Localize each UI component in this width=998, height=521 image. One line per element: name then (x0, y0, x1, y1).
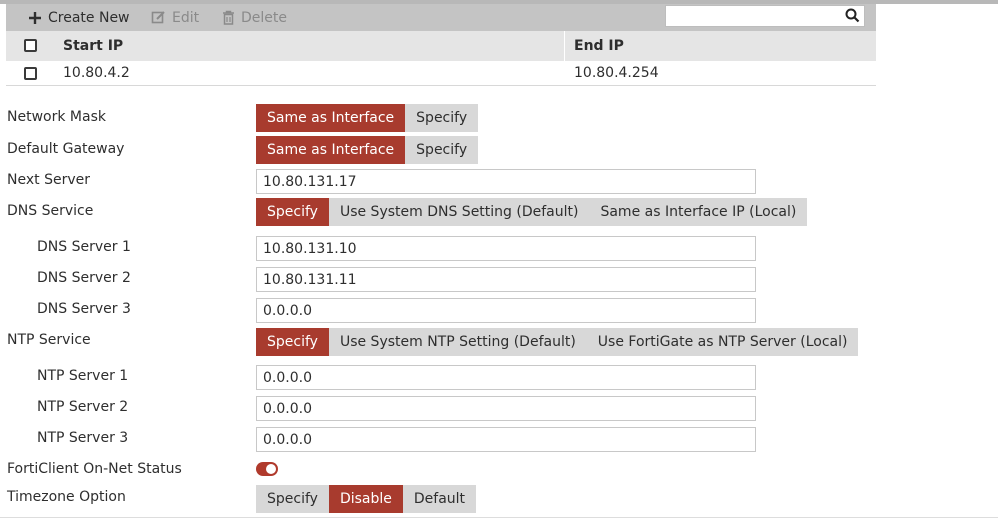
search-icon (845, 8, 860, 23)
dns-service-toggle: Specify Use System DNS Setting (Default)… (256, 198, 808, 226)
create-new-button[interactable]: Create New (28, 4, 130, 31)
dns-server-2-input[interactable] (256, 267, 756, 292)
ntp-specify-option[interactable]: Specify (256, 328, 329, 356)
network-mask-specify-option[interactable]: Specify (405, 104, 479, 132)
edit-icon (151, 11, 165, 24)
bottom-divider (0, 517, 998, 518)
column-header-end-ip[interactable]: End IP (574, 31, 624, 61)
column-header-start-ip[interactable]: Start IP (63, 31, 123, 61)
row-checkbox[interactable] (24, 67, 37, 80)
end-ip-cell: 10.80.4.254 (574, 65, 659, 81)
start-ip-cell: 10.80.4.2 (63, 65, 130, 81)
delete-button[interactable]: Delete (222, 4, 287, 31)
ntp-server-1-input[interactable] (256, 365, 756, 390)
timezone-option-toggle: Specify Disable Default (256, 485, 477, 513)
dns-service-label: DNS Service (7, 203, 94, 219)
ntp-server-3-input[interactable] (256, 427, 756, 452)
edit-button[interactable]: Edit (151, 4, 199, 31)
ntp-server-2-label: NTP Server 2 (37, 399, 129, 415)
dns-server-1-label: DNS Server 1 (37, 239, 131, 255)
network-mask-label: Network Mask (7, 109, 106, 125)
column-divider (564, 31, 565, 61)
timezone-default-option[interactable]: Default (402, 485, 477, 513)
ntp-server-1-label: NTP Server 1 (37, 368, 129, 384)
ntp-server-3-label: NTP Server 3 (37, 430, 129, 446)
table-row[interactable]: 10.80.4.2 10.80.4.254 (6, 61, 876, 86)
plus-icon (29, 11, 41, 24)
next-server-label: Next Server (7, 172, 90, 188)
select-all-checkbox[interactable] (24, 39, 37, 52)
default-gateway-same-as-interface-option[interactable]: Same as Interface (256, 136, 406, 164)
dns-server-2-label: DNS Server 2 (37, 270, 131, 286)
network-mask-same-as-interface-option[interactable]: Same as Interface (256, 104, 406, 132)
default-gateway-label: Default Gateway (7, 141, 125, 157)
dns-use-system-option[interactable]: Use System DNS Setting (Default) (328, 198, 590, 226)
next-server-input[interactable] (256, 169, 756, 194)
ntp-service-label: NTP Service (7, 332, 91, 348)
delete-label: Delete (241, 9, 287, 26)
edit-label: Edit (172, 9, 200, 26)
ntp-use-system-option[interactable]: Use System NTP Setting (Default) (328, 328, 587, 356)
dns-server-3-label: DNS Server 3 (37, 301, 131, 317)
trash-icon (223, 10, 234, 25)
default-gateway-specify-option[interactable]: Specify (405, 136, 479, 164)
ntp-use-fortigate-option[interactable]: Use FortiGate as NTP Server (Local) (586, 328, 859, 356)
ntp-server-2-input[interactable] (256, 396, 756, 421)
forticlient-status-toggle[interactable] (256, 462, 278, 476)
search-input[interactable] (665, 5, 865, 27)
toolbar: Create New Edit Delete (6, 4, 876, 31)
create-new-label: Create New (48, 9, 130, 26)
dns-server-3-input[interactable] (256, 298, 756, 323)
timezone-specify-option[interactable]: Specify (256, 485, 329, 513)
forticlient-status-label: FortiClient On-Net Status (7, 461, 182, 477)
toggle-knob (266, 464, 276, 474)
dns-same-as-interface-ip-option[interactable]: Same as Interface IP (Local) (589, 198, 808, 226)
dns-specify-option[interactable]: Specify (256, 198, 329, 226)
timezone-disable-option[interactable]: Disable (328, 485, 403, 513)
dns-server-1-input[interactable] (256, 236, 756, 261)
timezone-option-label: Timezone Option (7, 489, 126, 505)
ntp-service-toggle: Specify Use System NTP Setting (Default)… (256, 328, 859, 356)
network-mask-toggle: Same as Interface Specify (256, 104, 479, 132)
table-header: Start IP End IP (6, 31, 876, 61)
default-gateway-toggle: Same as Interface Specify (256, 136, 479, 164)
